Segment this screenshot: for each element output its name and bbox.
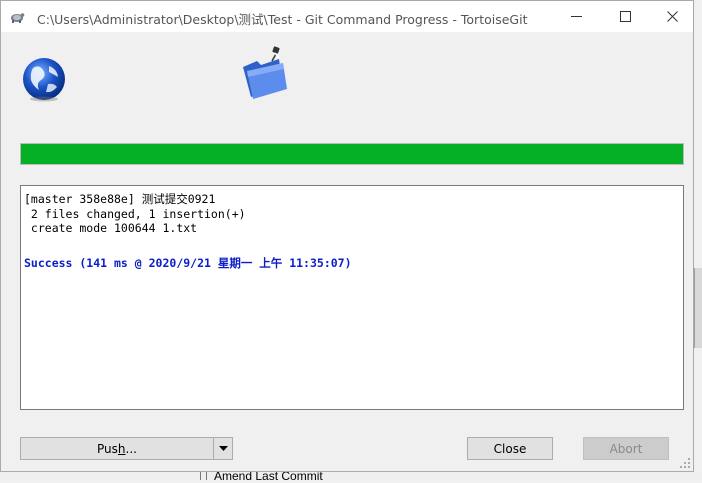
folder-icon — [243, 46, 287, 99]
maximize-icon — [619, 11, 631, 22]
maximize-button[interactable] — [602, 1, 648, 32]
log-line: [master 358e88e] 测试提交0921 — [24, 192, 216, 206]
abort-button[interactable]: Abort — [583, 437, 669, 460]
background-window-bottom — [0, 472, 702, 480]
title-bar[interactable]: C:\Users\Administrator\Desktop\测试\Test -… — [1, 1, 693, 32]
log-output[interactable]: [master 358e88e] 测试提交0921 2 files change… — [20, 185, 684, 410]
progress-bar — [20, 143, 684, 165]
push-button-label: Push... — [97, 441, 137, 456]
window-title: C:\Users\Administrator\Desktop\测试\Test -… — [37, 12, 528, 27]
log-line: 2 files changed, 1 insertion(+) — [24, 206, 246, 221]
chevron-down-icon — [218, 445, 228, 451]
resize-grip-icon[interactable] — [679, 457, 691, 469]
push-button[interactable]: Push... — [20, 437, 214, 460]
push-dropdown-button[interactable] — [213, 437, 233, 460]
progress-dialog: C:\Users\Administrator\Desktop\测试\Test -… — [0, 0, 694, 472]
close-window-button[interactable] — [649, 1, 695, 32]
close-icon — [666, 11, 678, 22]
background-window-fragment — [694, 268, 702, 348]
log-line: create mode 100644 1.txt — [24, 221, 198, 235]
progress-bar-fill — [21, 144, 683, 164]
minimize-button[interactable] — [553, 1, 599, 32]
minimize-icon — [570, 16, 582, 17]
success-status-line: Success (141 ms @ 2020/9/21 星期一 上午 11:35… — [24, 255, 352, 270]
close-button[interactable]: Close — [467, 437, 553, 460]
tortoise-icon — [11, 13, 25, 23]
log-spacer — [24, 236, 680, 255]
globe-icon — [23, 58, 65, 102]
